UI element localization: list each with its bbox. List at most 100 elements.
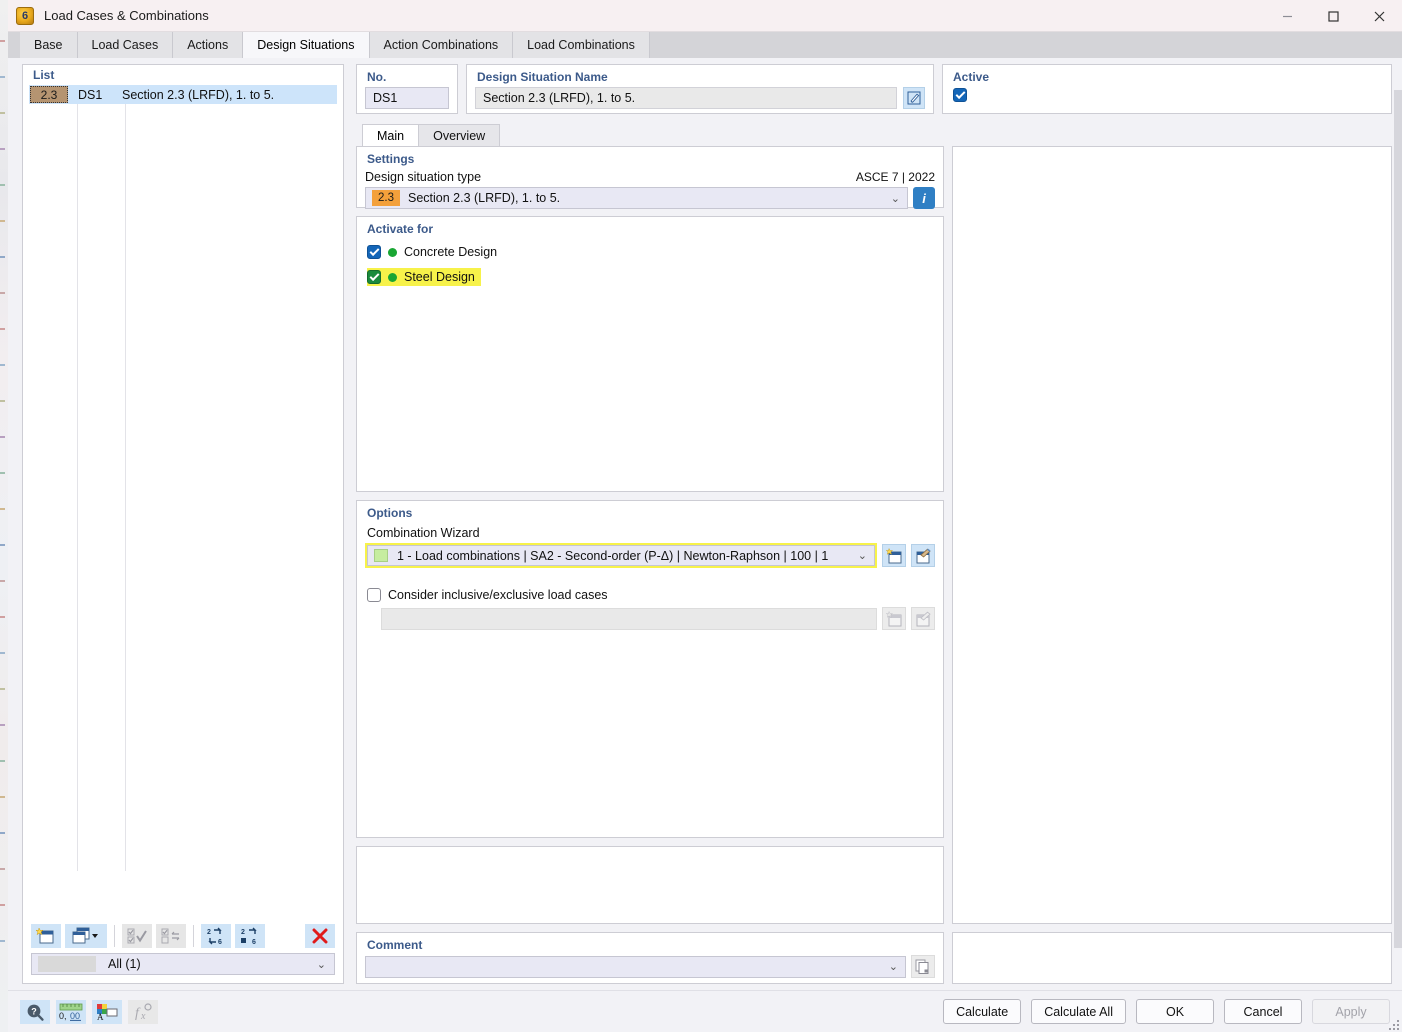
tab-main[interactable]: Main: [362, 124, 420, 146]
combination-wizard-select[interactable]: 1 - Load combinations | SA2 - Second-ord…: [367, 545, 875, 566]
svg-text:2: 2: [241, 929, 245, 936]
activate-item-concrete-design[interactable]: Concrete Design: [367, 243, 503, 261]
invert-selection-button[interactable]: [156, 924, 186, 948]
svg-text:00: 00: [70, 1011, 80, 1021]
chevron-down-icon: ⌄: [857, 550, 867, 562]
no-input[interactable]: DS1: [365, 87, 449, 109]
svg-text:6: 6: [252, 939, 256, 945]
new-item-button[interactable]: [31, 924, 61, 948]
active-checkbox[interactable]: [953, 88, 1391, 102]
comment-input[interactable]: ⌄: [365, 955, 906, 978]
right-preview-panel: [952, 146, 1392, 924]
combination-wizard-edit-button[interactable]: [911, 544, 935, 567]
toolbar-separator: [193, 925, 194, 947]
standard-label: ASCE 7 | 2022: [855, 170, 935, 184]
resize-grip[interactable]: [1387, 1018, 1399, 1030]
design-situation-name-row: Section 2.3 (LRFD), 1. to 5.: [475, 87, 925, 109]
tab-design-situations[interactable]: Design Situations: [243, 32, 370, 58]
active-box: Active: [942, 64, 1392, 114]
combination-wizard-new-button[interactable]: [882, 544, 906, 567]
list-item[interactable]: 2.3 DS1 Section 2.3 (LRFD), 1. to 5.: [29, 85, 337, 104]
activate-item-steel-design[interactable]: Steel Design: [367, 268, 481, 286]
background-tick: [0, 544, 5, 546]
maximize-icon[interactable]: [1310, 0, 1356, 32]
select-all-button[interactable]: [122, 924, 152, 948]
background-tick: [0, 148, 5, 150]
combination-wizard-highlight: 1 - Load combinations | SA2 - Second-ord…: [365, 543, 877, 568]
design-situation-name-box: Design Situation Name Section 2.3 (LRFD)…: [466, 64, 934, 114]
combination-wizard-label: Combination Wizard: [367, 526, 480, 540]
comment-row: ⌄: [365, 955, 935, 978]
main-area: No. DS1 Design Situation Name Section 2.…: [356, 64, 1392, 984]
background-tick: [0, 76, 5, 78]
options-title: Options: [367, 506, 413, 520]
cancel-button[interactable]: Cancel: [1224, 999, 1302, 1024]
units-button[interactable]: 0, 00: [56, 999, 86, 1024]
combination-wizard-row: 1 - Load combinations | SA2 - Second-ord…: [365, 543, 935, 568]
consider-new-button[interactable]: [882, 607, 906, 630]
tab-load-combinations[interactable]: Load Combinations: [513, 32, 650, 58]
background-tick: [0, 580, 5, 582]
tab-base[interactable]: Base: [20, 32, 78, 58]
right-bottom-panel: [952, 932, 1392, 984]
edit-pencil-icon[interactable]: [903, 87, 925, 109]
panes-row: Settings Design situation type ASCE 7 | …: [356, 146, 1392, 984]
dialog-scrollbar[interactable]: [1394, 90, 1402, 948]
settings-group: Settings Design situation type ASCE 7 | …: [356, 146, 944, 209]
dialog-content: List 2.3 DS1 Section 2.3 (LRFD), 1. to 5…: [8, 58, 1402, 990]
activate-item-label: Steel Design: [404, 270, 475, 284]
copy-pages-icon[interactable]: [911, 955, 935, 978]
tab-action-combinations[interactable]: Action Combinations: [369, 32, 514, 58]
help-button[interactable]: ?: [20, 999, 50, 1024]
sort-button[interactable]: 2 6: [235, 924, 265, 948]
filter-color-swatch: [38, 956, 96, 972]
background-tick: [0, 616, 5, 618]
list-body[interactable]: 2.3 DS1 Section 2.3 (LRFD), 1. to 5.: [23, 85, 343, 919]
list-column-separator: [125, 85, 126, 871]
tab-load-cases[interactable]: Load Cases: [77, 32, 174, 58]
calculate-button[interactable]: Calculate: [943, 999, 1022, 1024]
display-properties-button[interactable]: A: [92, 999, 122, 1024]
apply-button[interactable]: Apply: [1312, 999, 1390, 1024]
renumber-button[interactable]: 2 6: [201, 924, 231, 948]
duplicate-item-button[interactable]: [65, 924, 107, 948]
active-label: Active: [953, 70, 990, 84]
toolbar-separator: [114, 925, 115, 947]
list-item-code: DS1: [78, 87, 103, 102]
info-circle-icon[interactable]: i: [913, 187, 935, 209]
delete-item-button[interactable]: [305, 924, 335, 948]
app-icon: [16, 6, 34, 25]
background-tick: [0, 184, 5, 186]
dialog-footer: ? 0, 00 A f x Calculate Calculate All OK…: [8, 990, 1402, 1032]
chevron-down-icon: ⌄: [888, 961, 898, 973]
background-tick: [0, 472, 5, 474]
minimize-icon[interactable]: [1264, 0, 1310, 32]
consider-edit-button[interactable]: [911, 607, 935, 630]
chevron-down-icon: ⌄: [890, 192, 900, 205]
main-tab-bar: Base Load Cases Actions Design Situation…: [8, 32, 1402, 58]
list-filter-dropdown[interactable]: All (1) ⌄: [31, 953, 335, 975]
left-pane: Settings Design situation type ASCE 7 | …: [356, 146, 944, 984]
background-tick: [0, 508, 5, 510]
window-title: Load Cases & Combinations: [44, 8, 209, 23]
design-situation-type-value: Section 2.3 (LRFD), 1. to 5.: [408, 191, 561, 205]
background-tick: [0, 40, 5, 42]
background-tick: [0, 400, 5, 402]
formula-button[interactable]: f x: [128, 999, 158, 1024]
close-icon[interactable]: [1356, 0, 1402, 32]
settings-title: Settings: [367, 152, 415, 166]
calculate-all-button[interactable]: Calculate All: [1031, 999, 1126, 1024]
consider-inclusive-exclusive-row[interactable]: Consider inclusive/exclusive load cases: [367, 588, 943, 602]
tab-actions[interactable]: Actions: [173, 32, 244, 58]
no-field-box: No. DS1: [356, 64, 458, 114]
design-situation-type-select[interactable]: 2.3 Section 2.3 (LRFD), 1. to 5. ⌄: [365, 187, 908, 209]
tab-overview[interactable]: Overview: [418, 124, 501, 146]
activate-item-label: Concrete Design: [404, 245, 498, 259]
design-situation-type-row: Design situation type ASCE 7 | 2022: [365, 170, 935, 184]
background-tick: [0, 220, 5, 222]
background-tick: [0, 292, 5, 294]
consider-inclusive-exclusive-input[interactable]: [381, 607, 877, 630]
design-situation-name-input[interactable]: Section 2.3 (LRFD), 1. to 5.: [475, 87, 897, 109]
ok-button[interactable]: OK: [1136, 999, 1214, 1024]
consider-inclusive-exclusive-field-row: [381, 607, 935, 630]
